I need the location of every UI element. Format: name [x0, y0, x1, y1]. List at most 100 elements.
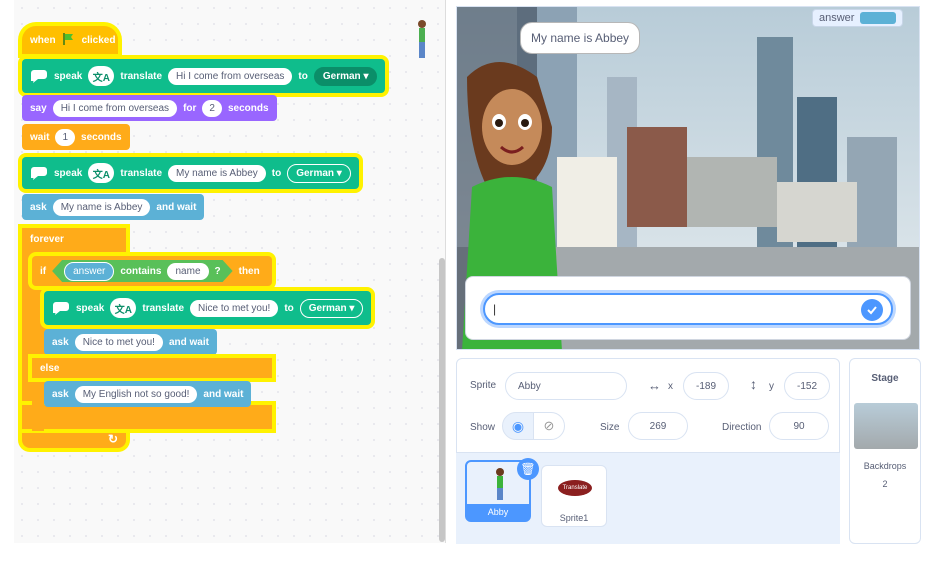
contains-text-input[interactable]: name: [167, 263, 208, 280]
ask-and-wait-block-2[interactable]: ask Nice to met you! and wait: [44, 329, 217, 355]
translate-text-input-1[interactable]: Hi I come from overseas: [168, 67, 293, 85]
sprite-thumb-sprite1[interactable]: Translate Sprite1: [541, 465, 607, 527]
chevron-down-icon: ▾: [349, 302, 355, 314]
to-label: to: [271, 167, 282, 179]
question-label: ?: [214, 265, 221, 277]
direction-label: Direction: [722, 422, 762, 433]
sprite-label: Sprite: [470, 380, 497, 391]
show-visible-toggle[interactable]: ◉: [502, 412, 534, 440]
y-input[interactable]: -152: [784, 372, 830, 400]
language-dropdown-3[interactable]: German ▾: [299, 298, 364, 318]
code-scrollbar[interactable]: [439, 258, 445, 542]
ask-answer-value: |: [493, 302, 497, 316]
ask-label: ask: [52, 336, 69, 348]
backdrop-thumbnail[interactable]: [854, 403, 918, 449]
stage-panel[interactable]: Stage Backdrops 2: [849, 358, 921, 544]
backdrops-label: Backdrops: [863, 461, 907, 471]
loop-arrow-icon: ↻: [108, 432, 119, 446]
language-dropdown-1[interactable]: German ▾: [313, 66, 378, 86]
translate-icon: 文A: [88, 66, 115, 86]
contains-label: contains: [120, 265, 162, 277]
speak-translate-block-3[interactable]: speak 文A translate Nice to met you! to G…: [44, 291, 372, 325]
stage-title: Stage: [871, 373, 899, 384]
size-input[interactable]: 269: [628, 412, 688, 440]
speech-bubble-icon: [30, 164, 48, 182]
speak-label: speak: [54, 70, 83, 82]
language-value-2: German: [296, 167, 335, 179]
sprite-thumb-label: Abby: [467, 504, 529, 520]
translate-icon: 文A: [110, 298, 137, 318]
y-label: y: [769, 381, 774, 392]
ask-prompt-box: |: [465, 276, 911, 340]
direction-input[interactable]: 90: [769, 412, 829, 440]
answer-monitor: answer: [812, 9, 904, 27]
ask-text-input-1[interactable]: My name is Abbey: [52, 198, 151, 216]
speech-bubble-icon: [30, 67, 48, 85]
wait-seconds-input[interactable]: 1: [55, 128, 76, 146]
if-label: if: [40, 265, 47, 277]
speech-bubble: My name is Abbey: [520, 22, 641, 54]
then-label: then: [238, 265, 260, 277]
translate-text-input-2[interactable]: My name is Abbey: [168, 164, 266, 182]
show-label: Show: [470, 422, 496, 433]
ask-label: ask: [30, 201, 47, 213]
language-value-3: German: [308, 302, 347, 314]
language-value-1: German: [322, 70, 361, 82]
x-label: x: [668, 381, 673, 392]
sprite-corner-icon: [414, 18, 430, 66]
forever-block[interactable]: forever: [22, 228, 126, 250]
language-dropdown-2[interactable]: German ▾: [287, 163, 351, 183]
speak-label: speak: [76, 302, 105, 314]
check-icon[interactable]: [861, 299, 883, 321]
seconds-label: seconds: [227, 102, 269, 114]
say-seconds-input[interactable]: 2: [202, 99, 222, 117]
say-text-input[interactable]: Hi I come from overseas: [52, 99, 178, 117]
when-label: when: [30, 34, 56, 46]
x-input[interactable]: -189: [683, 372, 729, 400]
sprite-name-input[interactable]: Abby: [505, 372, 627, 400]
wait-label: wait: [30, 131, 50, 143]
contains-operator[interactable]: answer contains name ?: [52, 260, 233, 282]
say-for-seconds-block[interactable]: say Hi I come from overseas for 2 second…: [22, 95, 277, 121]
ask-text-input-3[interactable]: My English not so good!: [74, 385, 198, 403]
ask-text-input-2[interactable]: Nice to met you!: [74, 333, 163, 351]
to-label: to: [284, 302, 294, 314]
speak-translate-block-2[interactable]: speak 文A translate My name is Abbey to G…: [22, 157, 359, 189]
delete-sprite-icon[interactable]: 🗑: [517, 458, 539, 480]
monitor-label: answer: [819, 12, 855, 24]
chevron-down-icon: ▾: [336, 167, 342, 179]
ask-and-wait-block-3[interactable]: ask My English not so good! and wait: [44, 381, 252, 407]
else-section: else: [32, 358, 272, 378]
translate-text-input-3[interactable]: Nice to met you!: [190, 299, 279, 317]
speak-label: speak: [54, 167, 83, 179]
and-wait-label: and wait: [168, 336, 209, 348]
monitor-value: [860, 12, 897, 24]
for-label: for: [183, 102, 197, 114]
translate-icon: 文A: [88, 163, 115, 183]
eye-icon: ◉: [511, 417, 525, 434]
else-label: else: [40, 362, 60, 374]
ask-answer-input[interactable]: |: [483, 293, 893, 325]
chevron-down-icon: ▾: [363, 70, 369, 82]
show-hidden-toggle[interactable]: ⊘: [533, 412, 565, 440]
answer-reporter[interactable]: answer: [64, 262, 114, 281]
green-flag-icon: [62, 32, 76, 49]
x-arrows-icon: ↔: [648, 378, 661, 393]
wait-seconds-label: seconds: [81, 131, 122, 143]
translate-badge: Translate: [558, 480, 592, 496]
backdrops-count: 2: [882, 479, 888, 489]
speak-translate-block-1[interactable]: speak 文A translate Hi I come from overse…: [22, 59, 386, 93]
when-flag-clicked-block[interactable]: when clicked: [22, 26, 118, 54]
size-label: Size: [600, 422, 620, 433]
y-arrows-icon: ↕: [750, 376, 757, 392]
ask-and-wait-block-1[interactable]: ask My name is Abbey and wait: [22, 194, 205, 220]
to-label: to: [298, 70, 308, 82]
speech-bubble-icon: [52, 299, 70, 317]
and-wait-label: and wait: [156, 201, 197, 213]
if-then-else-block[interactable]: if answer contains name ? then: [32, 256, 272, 286]
ask-label: ask: [52, 388, 69, 400]
wait-block[interactable]: wait 1 seconds: [22, 124, 130, 150]
forever-label: forever: [30, 233, 64, 245]
forever-arm-bottom: [22, 405, 272, 429]
translate-label: translate: [120, 70, 163, 82]
